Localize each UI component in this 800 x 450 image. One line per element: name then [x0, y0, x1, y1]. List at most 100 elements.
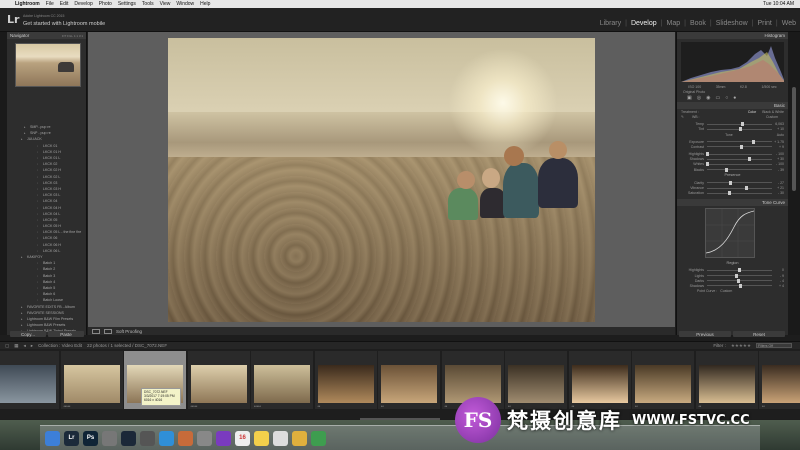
- tone-curve-header[interactable]: Tone Curve: [677, 198, 788, 206]
- slider-knob[interactable]: [739, 283, 743, 288]
- slider-value[interactable]: - 9: [772, 274, 784, 278]
- filmstrip-frame[interactable]: *****: [60, 351, 123, 409]
- slider-knob[interactable]: [747, 157, 751, 162]
- slider-track[interactable]: [705, 152, 772, 157]
- slider-knob[interactable]: [739, 127, 743, 132]
- slider-value[interactable]: + 10: [772, 127, 784, 131]
- loupe-view[interactable]: [88, 32, 675, 327]
- paste-button[interactable]: Paste: [48, 331, 84, 337]
- slider-knob[interactable]: [741, 122, 745, 127]
- filmstrip-frame[interactable]: *****: [187, 351, 250, 409]
- slider-value[interactable]: - 27: [772, 181, 784, 185]
- module-book[interactable]: Book: [686, 20, 710, 27]
- menu-view[interactable]: View: [160, 1, 171, 7]
- slider-track[interactable]: [707, 157, 772, 162]
- filmstrip-frame[interactable]: [0, 351, 59, 409]
- reset-button[interactable]: Reset: [733, 331, 785, 337]
- treatment-bw[interactable]: Black & White: [762, 110, 784, 114]
- tone-curve-graph[interactable]: [705, 207, 755, 258]
- filmstrip-thumbnail[interactable]: [63, 365, 120, 403]
- original-photo-checkbox[interactable]: Original Photo: [683, 90, 705, 94]
- second-window-icon[interactable]: ▢: [5, 343, 9, 349]
- menu-tools[interactable]: Tools: [142, 1, 154, 7]
- tool-icon[interactable]: [140, 430, 155, 446]
- module-print[interactable]: Print: [753, 20, 775, 27]
- slider-knob[interactable]: [752, 139, 756, 144]
- launchpad-icon[interactable]: [102, 430, 117, 446]
- slider-value[interactable]: + 9: [772, 145, 784, 149]
- basic-header[interactable]: Basic: [677, 102, 788, 110]
- menu-app-name[interactable]: Lightroom: [15, 1, 40, 7]
- left-panel-edge[interactable]: [0, 32, 7, 335]
- before-after-button[interactable]: [104, 328, 112, 334]
- music-icon[interactable]: [197, 430, 212, 446]
- slider-track[interactable]: [707, 273, 772, 278]
- slider-track[interactable]: [707, 283, 772, 288]
- slider-track[interactable]: [707, 167, 772, 172]
- status-clock[interactable]: Tue 10:04 AM: [763, 1, 794, 7]
- slider-track[interactable]: [707, 191, 772, 196]
- red-eye-icon[interactable]: ◉: [706, 95, 710, 101]
- slider-track[interactable]: [707, 278, 772, 283]
- prev-arrow-icon[interactable]: ◂: [24, 343, 26, 349]
- stamp-icon[interactable]: [178, 430, 193, 446]
- radial-filter-icon[interactable]: ○: [725, 95, 728, 101]
- module-web[interactable]: Web: [778, 20, 800, 27]
- photoshop-icon[interactable]: Ps: [83, 430, 98, 446]
- soft-proofing-checkbox[interactable]: Soft Proofing: [116, 329, 142, 334]
- menu-develop[interactable]: Develop: [74, 1, 92, 7]
- slider-value[interactable]: 6,063: [772, 122, 784, 126]
- right-scrollbar-thumb[interactable]: [792, 87, 796, 191]
- slider-value[interactable]: + 30: [772, 157, 784, 161]
- previous-button[interactable]: Previous: [679, 331, 731, 337]
- slider-knob[interactable]: [725, 167, 728, 172]
- safari-icon[interactable]: [159, 430, 174, 446]
- wb-value[interactable]: Custom: [766, 115, 778, 119]
- chrome-icon[interactable]: [311, 430, 326, 446]
- imovie-icon[interactable]: [216, 430, 231, 446]
- slider-track[interactable]: [705, 162, 772, 167]
- module-map[interactable]: Map: [662, 20, 684, 27]
- menu-help[interactable]: Help: [200, 1, 210, 7]
- menu-photo[interactable]: Photo: [99, 1, 112, 7]
- point-curve-value[interactable]: Custom: [720, 289, 732, 293]
- identity-title[interactable]: Get started with Lightroom mobile: [23, 21, 105, 27]
- slider-value[interactable]: - 39: [772, 168, 784, 172]
- slider-knob[interactable]: [728, 191, 732, 196]
- filmstrip-source[interactable]: Collection : Video Edit: [38, 343, 82, 348]
- filmstrip-thumbnail[interactable]: [317, 365, 374, 403]
- photos-icon[interactable]: [292, 430, 307, 446]
- right-scrollbar[interactable]: [788, 32, 800, 335]
- filmstrip-frame[interactable]: *****: [251, 351, 313, 409]
- calendar-icon[interactable]: 16: [235, 430, 250, 446]
- slider-value[interactable]: + 4: [772, 284, 784, 288]
- finder-icon[interactable]: [45, 430, 60, 446]
- filmstrip-thumbnail[interactable]: [0, 365, 56, 403]
- slider-value[interactable]: + 21: [772, 186, 784, 190]
- slider-value[interactable]: - 100: [772, 162, 784, 166]
- slider-value[interactable]: - 4: [772, 279, 784, 283]
- slider-knob[interactable]: [728, 180, 732, 185]
- main-photo[interactable]: [168, 38, 595, 322]
- lightroom-icon[interactable]: Lr: [64, 430, 79, 446]
- slider-value[interactable]: + 1.75: [772, 140, 784, 144]
- menu-settings[interactable]: Settings: [118, 1, 136, 7]
- adjustment-brush-icon[interactable]: ●: [733, 95, 736, 101]
- filmstrip-thumbnail[interactable]: [190, 365, 247, 403]
- slider-value[interactable]: - 100: [772, 152, 784, 156]
- filmstrip-thumbnail[interactable]: [254, 365, 310, 403]
- slider-value[interactable]: - 30: [772, 191, 784, 195]
- slider-knob[interactable]: [734, 273, 738, 278]
- filmstrip-thumbnail[interactable]: [381, 365, 437, 403]
- filmstrip-frame[interactable]: **: [314, 351, 377, 409]
- module-develop[interactable]: Develop: [627, 20, 661, 27]
- copy-button[interactable]: Copy...: [10, 331, 46, 337]
- slider-track[interactable]: [707, 186, 772, 191]
- slider-value[interactable]: 0: [772, 268, 784, 272]
- filter-flags[interactable]: ★★★★★: [731, 343, 751, 349]
- tone-auto-button[interactable]: Auto: [777, 133, 784, 137]
- next-arrow-icon[interactable]: ▸: [31, 343, 33, 349]
- module-library[interactable]: Library: [596, 20, 625, 27]
- module-slideshow[interactable]: Slideshow: [712, 20, 752, 27]
- grid-view-icon[interactable]: ▦: [14, 343, 18, 349]
